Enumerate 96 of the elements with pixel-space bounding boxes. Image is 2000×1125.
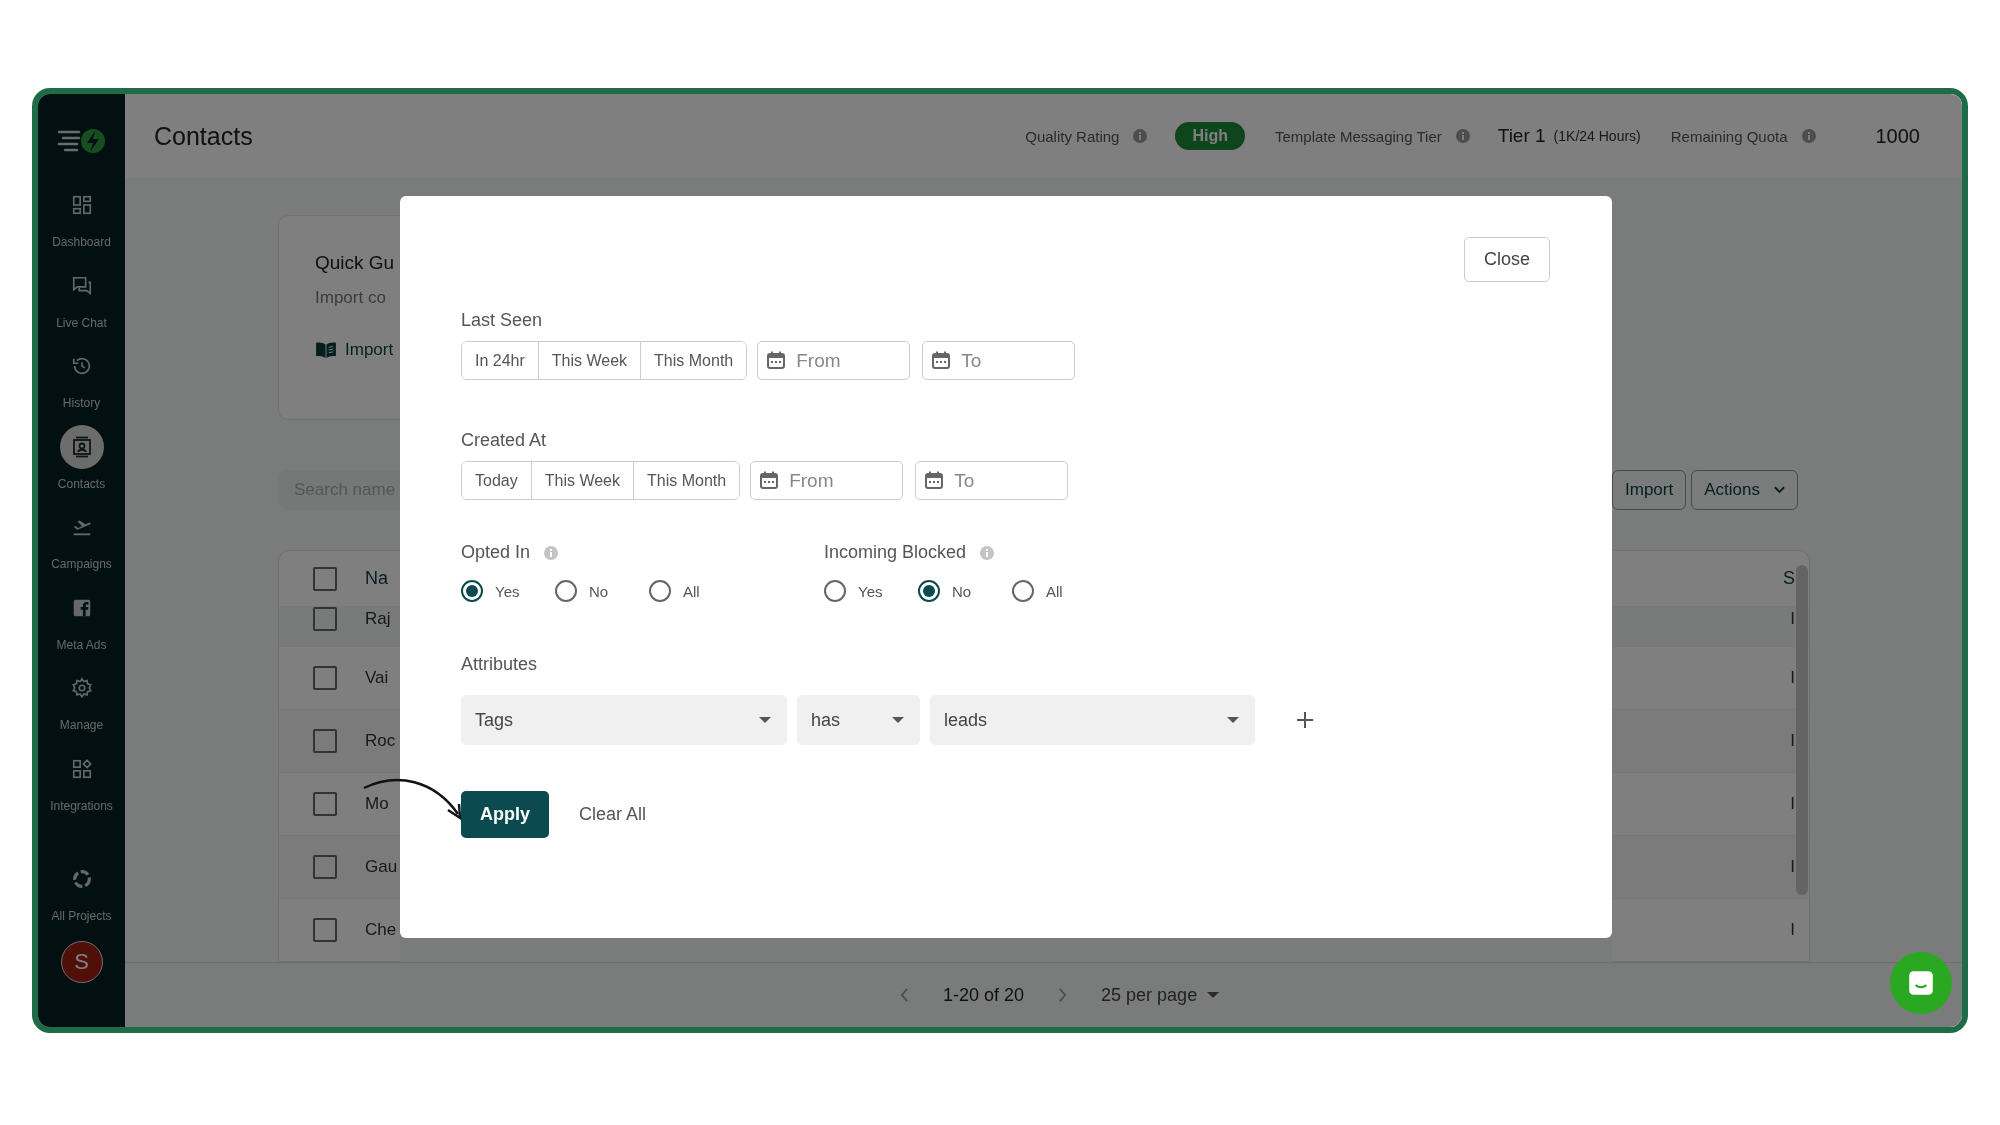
calendar-icon	[766, 350, 787, 370]
radio-button[interactable]	[461, 580, 483, 602]
logo-icon	[56, 126, 107, 156]
attribute-select[interactable]: has	[797, 695, 920, 745]
row-checkbox[interactable]	[313, 918, 337, 942]
previous-page-icon[interactable]	[900, 988, 909, 1002]
table-cell: Raj	[365, 609, 391, 629]
column-header: Na	[365, 568, 388, 589]
sidebar-item[interactable]: Integrations	[38, 739, 125, 820]
table-cell: I	[1790, 668, 1795, 688]
radio-button[interactable]	[918, 580, 940, 602]
table-cell: I	[1790, 609, 1795, 629]
sidebar-item[interactable]: Meta Ads	[38, 578, 125, 659]
quality-badge: High	[1175, 122, 1245, 150]
calendar-icon	[931, 350, 952, 370]
date-field[interactable]: To	[915, 461, 1069, 500]
clear-all-button[interactable]: Clear All	[579, 804, 647, 825]
radio-label: No	[589, 582, 609, 600]
table-cell: Vai	[365, 668, 389, 688]
row-checkbox[interactable]	[313, 666, 337, 690]
radio-label: No	[952, 582, 972, 600]
chat-icon	[70, 274, 93, 297]
quota-value: 1000	[1875, 124, 1920, 148]
sidebar-item[interactable]: Live Chat	[38, 256, 125, 337]
tier-note: (1K/24 Hours)	[1553, 128, 1641, 144]
table-cell: I	[1790, 731, 1795, 751]
all-projects-item[interactable]: All Projects	[38, 850, 125, 931]
date-field[interactable]: From	[750, 461, 904, 500]
sidebar-item[interactable]: Manage	[38, 659, 125, 740]
radio-label: All	[1046, 582, 1063, 600]
actions-button[interactable]: Actions	[1691, 470, 1798, 510]
table-cell: Che	[365, 920, 397, 940]
row-checkbox[interactable]	[313, 855, 337, 879]
sidebar-item[interactable]: Campaigns	[38, 498, 125, 579]
radio-label: All	[683, 582, 700, 600]
chevron-down-icon	[1773, 486, 1785, 494]
calendar-icon	[759, 470, 780, 490]
date-field[interactable]: To	[922, 341, 1076, 380]
per-page-select[interactable]: 25 per page	[1101, 984, 1220, 1006]
radio-label: Yes	[495, 582, 520, 600]
table-cell: I	[1790, 920, 1795, 940]
table-cell: Roc	[365, 731, 396, 751]
attribute-select[interactable]: Tags	[461, 695, 787, 745]
add-icon[interactable]	[1295, 710, 1315, 730]
quality-rating-label: Quality Rating	[1025, 127, 1120, 145]
radio-button[interactable]	[555, 580, 577, 602]
radio-button[interactable]	[649, 580, 671, 602]
next-page-icon[interactable]	[1058, 988, 1068, 1002]
scrollbar[interactable]	[1796, 565, 1808, 895]
filter-label: Created At	[461, 430, 547, 451]
calendar-icon	[924, 470, 945, 490]
tier-label: Template Messaging Tier	[1275, 127, 1442, 145]
table-cell: I	[1790, 857, 1795, 877]
select-all-checkbox[interactable]	[313, 566, 337, 591]
filter-label: Attributes	[461, 654, 538, 675]
settings-icon	[70, 677, 93, 700]
radio-button[interactable]	[824, 580, 846, 602]
user-avatar[interactable]: S	[60, 940, 103, 983]
column-header: S	[1783, 568, 1795, 589]
info-icon[interactable]	[1455, 129, 1470, 143]
guide-title: Quick Gu	[315, 252, 395, 274]
preset-button[interactable]: This Month	[640, 342, 747, 379]
sidebar-item[interactable]: History	[38, 337, 125, 418]
filter-label: Incoming Blocked	[824, 542, 967, 563]
integrations-icon	[70, 757, 93, 780]
guide-text: Import co	[315, 288, 386, 308]
radio-button[interactable]	[1012, 580, 1034, 602]
radio-label: Yes	[858, 582, 883, 600]
info-icon[interactable]	[1133, 129, 1148, 143]
date-field[interactable]: From	[757, 341, 911, 380]
tier-value: Tier 1	[1497, 125, 1546, 147]
row-checkbox[interactable]	[313, 729, 337, 753]
info-icon[interactable]	[1801, 129, 1816, 143]
row-checkbox[interactable]	[313, 607, 337, 631]
book-icon	[315, 341, 337, 359]
row-checkbox[interactable]	[313, 792, 337, 816]
quota-label: Remaining Quota	[1670, 127, 1788, 145]
table-cell: I	[1790, 794, 1795, 814]
table-cell: Gau	[365, 857, 398, 877]
import-link[interactable]: Import	[345, 340, 394, 360]
page-range: 1-20 of 20	[943, 984, 1025, 1006]
page-title: Contacts	[154, 121, 253, 151]
apply-button[interactable]: Apply	[461, 791, 549, 838]
attribute-select[interactable]: leads	[930, 695, 1255, 745]
info-icon[interactable]	[980, 545, 995, 560]
table-cell: Mo	[365, 794, 389, 814]
chat-bubble-icon	[1906, 968, 1936, 998]
filter-label: Opted In	[461, 542, 531, 563]
sidebar-item[interactable]: Dashboard	[38, 176, 125, 257]
ring-icon	[70, 868, 93, 891]
preset-button[interactable]: This Month	[633, 462, 740, 499]
info-icon[interactable]	[544, 545, 559, 560]
sidebar-item[interactable]: Contacts	[38, 417, 125, 498]
dashboard-icon	[70, 194, 93, 217]
filter-label: Last Seen	[461, 310, 543, 331]
close-button[interactable]: Close	[1464, 237, 1550, 282]
